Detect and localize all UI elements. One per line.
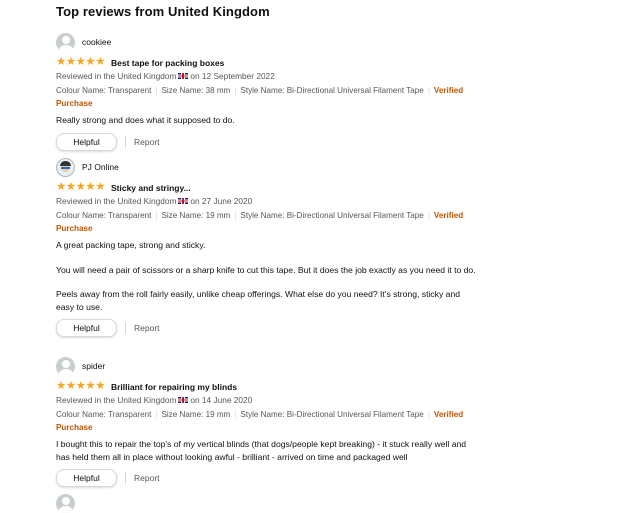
review-variants: Colour Name: Transparent | Size Name: 19 m… (56, 408, 476, 434)
star-icon: ★ (75, 181, 86, 193)
star-icon: ★ (75, 380, 86, 392)
review-date-text: on 14 June 2020 (190, 395, 253, 405)
reviewer-name[interactable]: PJ Online (82, 162, 119, 172)
star-icon: ★ (75, 56, 86, 68)
colour-name[interactable]: Colour Name: Transparent (56, 211, 151, 220)
review-actions: Helpful Report (56, 319, 476, 337)
size-name[interactable]: Size Name: 19 mm (161, 410, 230, 419)
review-title[interactable]: Best tape for packing boxes (111, 58, 224, 68)
review: PJ Online ★ ★ ★ ★ ★ Sticky and stringy... Re… (56, 157, 476, 337)
star-icon: ★ (65, 56, 77, 68)
style-name[interactable]: Style Name: Bi-Directional Universal Fil… (240, 211, 423, 220)
variant-separator: | (155, 211, 158, 220)
star-icon: ★ (56, 56, 67, 68)
review-paragraph: Peels away from the roll fairly easily, … (56, 289, 460, 312)
style-name[interactable]: Style Name: Bi-Directional Universal Fil… (240, 86, 423, 95)
review-paragraph: Really strong and does what it supposed … (56, 115, 235, 125)
review-date-text: on 27 June 2020 (190, 196, 253, 206)
default-avatar-icon (56, 356, 75, 376)
variant-separator: | (427, 86, 430, 95)
helpful-button[interactable]: Helpful (56, 132, 117, 151)
size-name[interactable]: Size Name: 38 mm (161, 86, 230, 95)
star-icon: ★ (85, 56, 96, 68)
size-name[interactable]: Size Name: 19 mm (161, 211, 230, 220)
review-location: Reviewed in the United Kingdom (56, 395, 177, 405)
reviewer-profile[interactable] (56, 493, 476, 513)
report-link[interactable]: Report (134, 323, 160, 333)
review-title-row: ★ ★ ★ ★ ★ Best tape for packing boxes (56, 56, 476, 69)
variant-separator: | (155, 86, 158, 95)
review-paragraph: A great packing tape, strong and sticky. (56, 240, 206, 250)
style-name[interactable]: Style Name: Bi-Directional Universal Fil… (240, 410, 423, 419)
action-divider (125, 135, 126, 148)
star-icon: ★ (95, 181, 106, 193)
section-title: Top reviews from United Kingdom (56, 4, 270, 19)
helpful-button[interactable]: Helpful (56, 319, 117, 337)
report-link[interactable]: Report (134, 137, 160, 147)
star-icon: ★ (85, 380, 96, 392)
review-actions: Helpful Report (56, 469, 476, 487)
review-paragraph: You will need a pair of scissors or a sh… (56, 264, 476, 275)
star-icon: ★ (56, 181, 67, 193)
action-divider (125, 472, 126, 484)
review-body: A great packing tape, strong and sticky.… (56, 239, 476, 313)
reviewer-profile[interactable]: cookiee (56, 32, 476, 52)
variant-separator: | (234, 211, 237, 220)
star-icon: ★ (65, 380, 77, 392)
review: cookiee ★ ★ ★ ★ ★ Best tape for packing boxe… (56, 32, 476, 151)
star-icon: ★ (85, 181, 96, 193)
review-title-row: ★ ★ ★ ★ ★ Brilliant for repairing my blinds (56, 380, 476, 393)
star-icon: ★ (95, 380, 106, 392)
review-date: Reviewed in the United Kingdom on 12 Sept… (56, 70, 476, 82)
reviewer-name[interactable]: spider (82, 361, 105, 371)
review-variants: Colour Name: Transparent | Size Name: 19 m… (56, 209, 476, 235)
review-date: Reviewed in the United Kingdom on 14 June… (56, 394, 476, 406)
reviewer-name[interactable]: cookiee (82, 37, 111, 47)
review-body: Really strong and does what it supposed … (56, 114, 476, 127)
review-title[interactable]: Brilliant for repairing my blinds (111, 382, 237, 392)
uk-flag-icon (178, 73, 189, 80)
variant-separator: | (427, 211, 430, 220)
reviewer-profile[interactable]: PJ Online (56, 157, 476, 177)
review-location: Reviewed in the United Kingdom (56, 71, 177, 81)
report-link[interactable]: Report (134, 473, 160, 483)
review-date-text: on 12 September 2022 (190, 71, 275, 81)
variant-separator: | (427, 410, 430, 419)
review (56, 493, 476, 513)
variant-separator: | (234, 86, 237, 95)
uk-flag-icon (178, 198, 189, 205)
review-title-row: ★ ★ ★ ★ ★ Sticky and stringy... (56, 181, 476, 194)
star-rating[interactable]: ★ ★ ★ ★ ★ (56, 181, 106, 193)
colour-name[interactable]: Colour Name: Transparent (56, 410, 151, 419)
review-date: Reviewed in the United Kingdom on 27 June… (56, 195, 476, 207)
star-rating[interactable]: ★ ★ ★ ★ ★ (56, 56, 106, 68)
review-title[interactable]: Sticky and stringy... (111, 183, 191, 193)
colour-name[interactable]: Colour Name: Transparent (56, 86, 151, 95)
review-paragraph: I bought this to repair the top's of my … (56, 439, 467, 462)
review-variants: Colour Name: Transparent | Size Name: 38 m… (56, 84, 476, 110)
review-body: I bought this to repair the top's of my … (56, 438, 476, 463)
review: spider ★ ★ ★ ★ ★ Brilliant for repairing my … (56, 356, 476, 487)
reviewer-profile[interactable]: spider (56, 356, 476, 376)
review-location: Reviewed in the United Kingdom (56, 196, 177, 206)
uk-flag-icon (178, 397, 189, 404)
star-icon: ★ (56, 380, 67, 392)
star-icon: ★ (65, 181, 77, 193)
helpful-button[interactable]: Helpful (56, 469, 117, 487)
star-icon: ★ (95, 56, 106, 68)
variant-separator: | (234, 410, 237, 419)
review-actions: Helpful Report (56, 132, 476, 151)
default-avatar-icon (56, 493, 75, 513)
default-avatar-icon (56, 32, 75, 52)
action-divider (125, 322, 126, 334)
star-rating[interactable]: ★ ★ ★ ★ ★ (56, 380, 106, 392)
variant-separator: | (155, 410, 158, 419)
custom-avatar-icon (56, 157, 75, 177)
